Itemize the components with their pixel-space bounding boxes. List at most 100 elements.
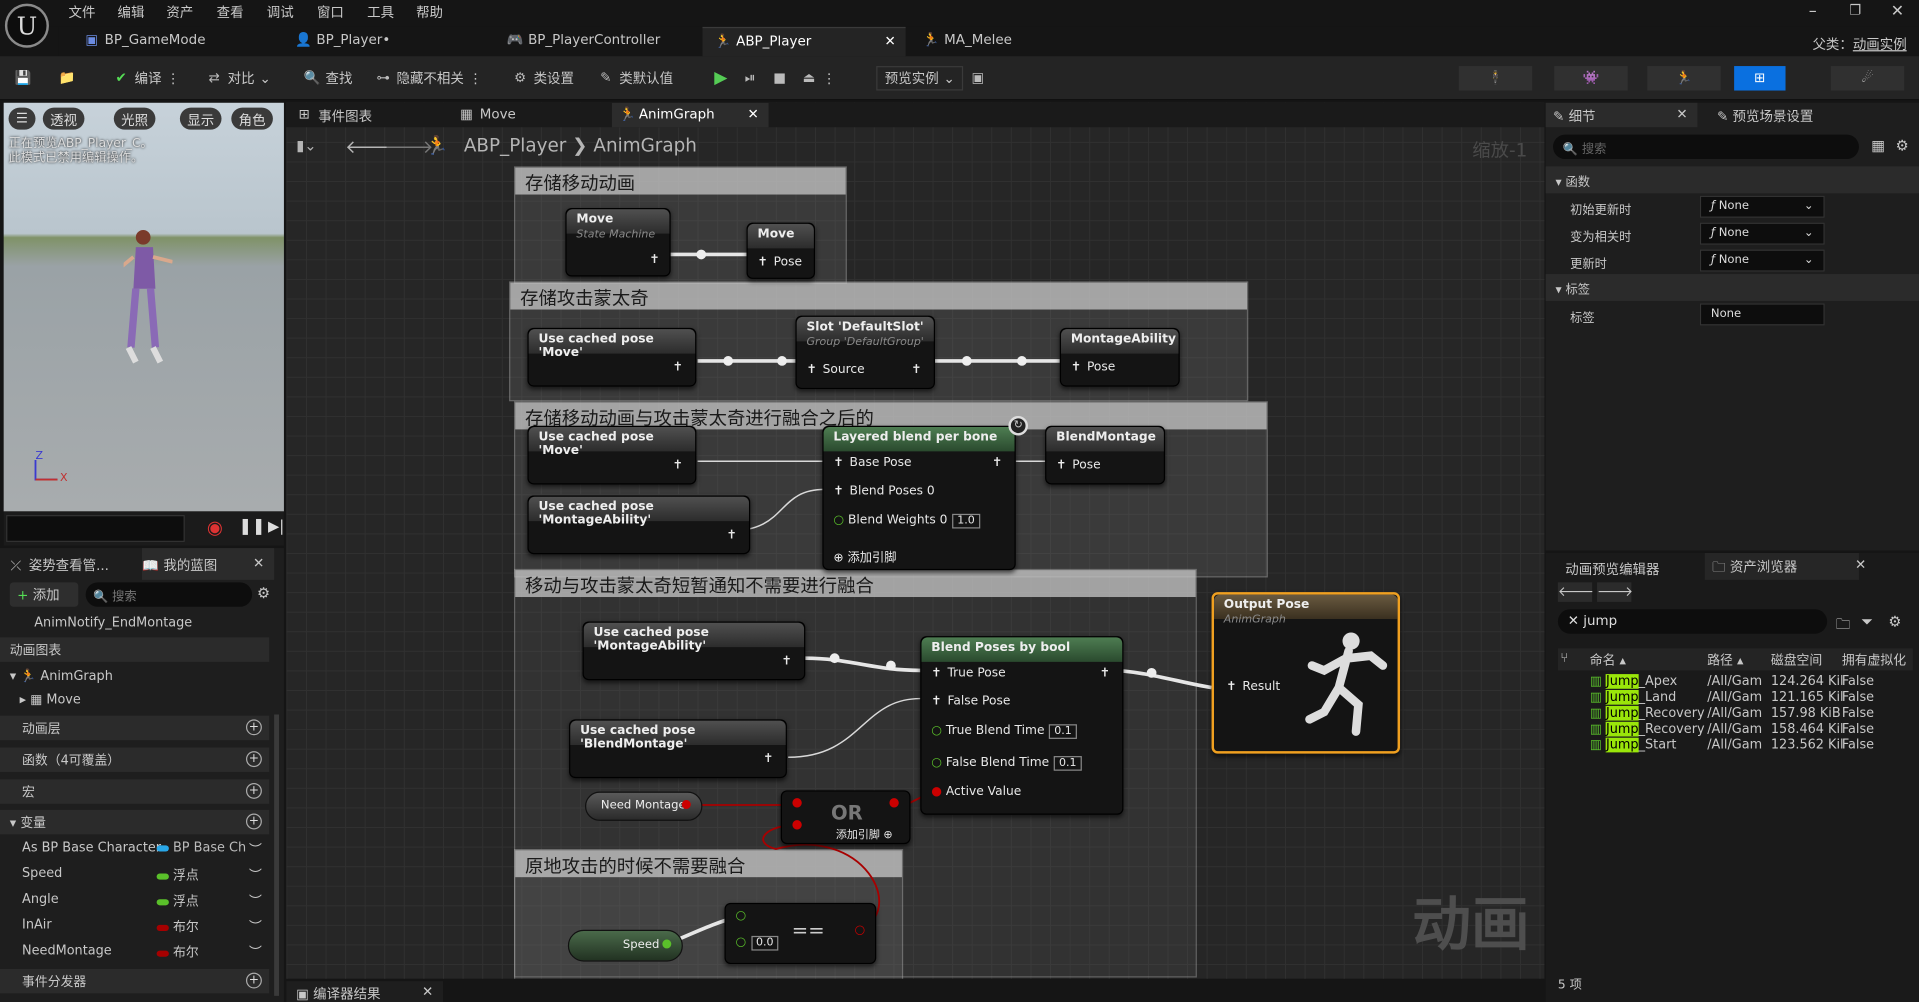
pose-pin-icon[interactable]: ✝ xyxy=(649,253,659,266)
bool-pin-icon[interactable]: ● xyxy=(889,796,900,809)
node-layered-blend-per-bone[interactable]: Layered blend per bone ✝ Base Pose ✝ ✝ B… xyxy=(822,425,1016,571)
float-pin[interactable]: ○ 0.0 xyxy=(736,935,779,951)
add-pin-button[interactable]: 添加引脚 ⊕ xyxy=(836,826,893,841)
pose-pin-icon[interactable]: ✝ xyxy=(911,363,921,376)
menu-view[interactable]: 查看 xyxy=(217,2,244,22)
bool-pin-icon[interactable]: ● xyxy=(792,818,803,831)
refresh-icon[interactable]: ↻ xyxy=(1008,415,1028,436)
pose-pin-icon[interactable]: ✝ xyxy=(726,529,736,542)
blend-poses-pin[interactable]: ✝ Blend Poses 0 xyxy=(833,484,934,497)
function-dropdown[interactable]: ƒ None ⌄ xyxy=(1699,195,1825,218)
eye-icon[interactable]: ︶ xyxy=(249,840,262,858)
variable-type[interactable]: 浮点 xyxy=(156,866,199,884)
viewport-lighting-button[interactable]: 光照 xyxy=(113,107,156,130)
variable-type[interactable]: 布尔 xyxy=(156,918,199,936)
class-defaults-button[interactable]: ✎ 类默认值 xyxy=(597,66,673,90)
variable-type[interactable]: 布尔 xyxy=(156,943,199,961)
tab-details[interactable]: ✎ 细节 ✕ xyxy=(1545,102,1698,128)
tab-bp-playercontroller[interactable]: 🎮 BP_PlayerController xyxy=(494,27,702,56)
forward-arrow-icon[interactable]: 🡒 xyxy=(1597,582,1633,602)
node-use-cached-blend-montage[interactable]: Use cached pose 'BlendMontage' ✝ xyxy=(569,719,787,779)
menu-window[interactable]: 窗口 xyxy=(317,2,344,22)
true-blend-time-field[interactable]: 0.1 xyxy=(1049,724,1077,739)
asset-row[interactable]: ▥ Jump_Land/All/Gam 121.165 Kil False xyxy=(1590,689,1874,706)
pose-pin[interactable]: ✝ Pose xyxy=(1056,459,1100,472)
column-header-size[interactable]: 磁盘空间 xyxy=(1771,651,1822,669)
asset-row[interactable]: ▥ Jump_Apex/All/Gam 124.264 Kil False xyxy=(1590,674,1874,690)
unreal-logo-icon[interactable]: U xyxy=(4,3,49,48)
tab-abp-player[interactable]: 🏃 ABP_Player ✕ xyxy=(702,26,906,57)
animation-mode-button[interactable]: 🏃 xyxy=(1647,66,1721,91)
tab-asset-browser[interactable]: 🗀 资产浏览器 ✕ xyxy=(1704,552,1866,580)
browse-icon[interactable]: 📁 xyxy=(59,66,76,90)
true-blend-time-pin[interactable]: ○ True Blend Time 0.1 xyxy=(931,724,1077,739)
skeleton-mode-button[interactable]: 🕴 xyxy=(1458,66,1533,91)
section-tags[interactable]: ▾ 标签 xyxy=(1545,274,1919,301)
filter-icon[interactable]: ⏷ xyxy=(1861,613,1873,631)
diff-button[interactable]: ⇄ 对比 ⌄ xyxy=(206,66,271,90)
variable-row[interactable]: Speed 浮点 ︶ xyxy=(0,862,269,886)
add-button[interactable]: + 添加 xyxy=(9,582,79,607)
function-dropdown[interactable]: ƒ None ⌄ xyxy=(1699,222,1825,245)
float-pin-icon[interactable]: ● xyxy=(662,937,672,950)
list-item-notify[interactable]: AnimNotify_EndMontage xyxy=(0,612,269,636)
variable-row[interactable]: InAir 布尔 ︶ xyxy=(0,914,269,938)
false-pose-pin[interactable]: ✝ False Pose xyxy=(931,695,1010,708)
add-layer-icon[interactable]: + xyxy=(245,719,262,736)
false-blend-time-field[interactable]: 0.1 xyxy=(1054,756,1082,771)
viewport-character-button[interactable]: 角色 xyxy=(231,107,273,130)
mesh-mode-button[interactable]: 👾 xyxy=(1554,66,1628,91)
step-button[interactable]: ⏯ xyxy=(742,66,759,90)
menu-file[interactable]: 文件 xyxy=(69,2,96,22)
section-variables[interactable]: ▾ 变量 + xyxy=(0,809,270,835)
blend-weights-field[interactable]: 1.0 xyxy=(952,513,980,529)
hide-unrelated-button[interactable]: ⊶ 隐藏不相关 ⋮ xyxy=(374,66,482,90)
section-functions[interactable]: ▾ 函数 xyxy=(1545,166,1919,194)
node-or[interactable]: OR ● ● ● 添加引脚 ⊕ xyxy=(780,790,911,845)
pose-pin-icon[interactable]: ✝ xyxy=(1100,667,1110,680)
restore-icon[interactable]: ❐ xyxy=(1849,2,1861,18)
list-item-move[interactable]: ▸ ▦ Move xyxy=(0,689,269,713)
bool-pin-icon[interactable]: ● xyxy=(681,798,691,811)
variable-row[interactable]: Angle 浮点 ︶ xyxy=(0,888,269,912)
node-use-cached-move[interactable]: Use cached pose 'Move' ✝ xyxy=(527,327,697,387)
tab-bp-player[interactable]: 👤 BP_Player• xyxy=(283,27,491,56)
close-panel-icon[interactable]: ✕ xyxy=(253,555,264,571)
pose-pin-icon[interactable]: ✝ xyxy=(763,752,773,765)
parent-class-value[interactable]: 动画实例 xyxy=(1853,37,1907,53)
clear-search-icon[interactable]: ✕ xyxy=(1568,613,1579,629)
viewport-show-button[interactable]: 显示 xyxy=(179,107,222,130)
tab-preview-scene-settings[interactable]: ✎ 预览场景设置 xyxy=(1710,103,1881,127)
bool-pin-icon[interactable]: ● xyxy=(792,796,803,809)
section-anim-layers[interactable]: 动画层 + xyxy=(0,715,270,741)
add-dispatcher-icon[interactable]: + xyxy=(245,972,262,989)
close-tab-icon[interactable]: ✕ xyxy=(885,33,896,49)
stop-button[interactable]: ■ xyxy=(771,66,788,90)
variable-type[interactable]: BP Base Ch xyxy=(156,840,246,855)
asset-row[interactable]: ▥ Jump_Recovery/All/Gam 157.98 KiB False xyxy=(1590,705,1874,722)
tab-bp-gamemode[interactable]: ▣ BP_GameMode xyxy=(71,27,279,56)
base-pose-pin[interactable]: ✝ Base Pose xyxy=(833,456,911,469)
node-equal[interactable]: ○ ○ 0.0 == ○ xyxy=(724,902,877,965)
back-arrow-icon[interactable]: 🡐 xyxy=(1557,582,1594,602)
debug-filter-icon[interactable]: ▣ xyxy=(969,66,986,90)
close-tab-icon[interactable]: ✕ xyxy=(1855,557,1866,573)
folder-icon[interactable]: 🗀 xyxy=(1836,613,1851,639)
node-blend-poses-by-bool[interactable]: Blend Poses by bool ✝ True Pose ✝ ✝ Fals… xyxy=(920,636,1124,815)
asset-row[interactable]: ▥ Jump_Start/All/Gam 123.562 Kil False xyxy=(1590,737,1874,754)
tab-anim-preview-editor[interactable]: 动画预览编辑器 xyxy=(1565,555,1702,579)
compare-value-field[interactable]: 0.0 xyxy=(751,935,779,951)
menu-help[interactable]: 帮助 xyxy=(416,2,443,22)
table-view-icon[interactable]: ▦ xyxy=(1871,137,1885,154)
result-pin[interactable]: ✝ Result xyxy=(1226,680,1280,693)
eye-icon[interactable]: ︶ xyxy=(249,943,262,961)
timeline-field[interactable] xyxy=(6,515,185,542)
blueprint-search-input[interactable]: 🔍 搜索 xyxy=(85,582,253,607)
node-save-blend-montage[interactable]: BlendMontage ✝ Pose xyxy=(1045,425,1166,485)
false-blend-time-pin[interactable]: ○ False Blend Time 0.1 xyxy=(931,756,1082,771)
scrollbar[interactable] xyxy=(274,714,280,996)
blend-weights-pin[interactable]: ○ Blend Weights 0 1.0 xyxy=(833,513,980,529)
tree-icon[interactable]: ⑂ xyxy=(1560,651,1568,666)
tab-ma-melee[interactable]: 🏃 MA_Melee xyxy=(911,27,1119,56)
column-header-virtualized[interactable]: 拥有虚拟化 xyxy=(1842,651,1906,669)
